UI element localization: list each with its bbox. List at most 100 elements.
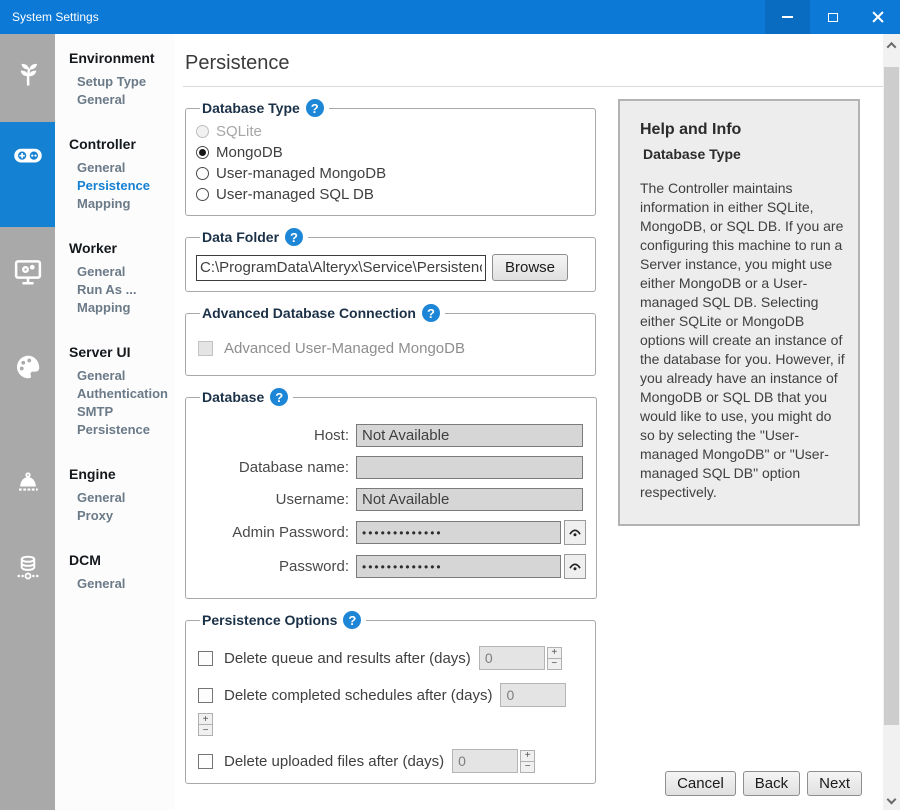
- minimize-button[interactable]: [765, 0, 810, 34]
- nav-item-dcm-general[interactable]: General: [69, 575, 175, 593]
- delete-uploads-days-input[interactable]: [452, 749, 518, 773]
- host-label: Host:: [196, 427, 356, 444]
- main-content: Persistence Database Type ? SQLite: [175, 34, 883, 810]
- plant-icon: [13, 58, 43, 88]
- admin-password-reveal-button[interactable]: [564, 520, 586, 545]
- radio-user-managed-sql-db[interactable]: [196, 188, 209, 201]
- advanced-connection-legend: Advanced Database Connection ?: [200, 304, 445, 322]
- nav-item-controller-mapping[interactable]: Mapping: [69, 195, 175, 213]
- monitor-gears-icon: [13, 257, 43, 287]
- radio-label-user-managed-mongodb: User-managed MongoDB: [216, 165, 386, 182]
- nav-item-controller-general[interactable]: General: [69, 159, 175, 177]
- spin-down-button[interactable]: −: [547, 658, 562, 670]
- maximize-button[interactable]: [810, 0, 855, 34]
- gamepad-icon: [13, 140, 43, 170]
- titlebar: System Settings: [0, 0, 900, 34]
- radio-user-managed-mongodb[interactable]: [196, 167, 209, 180]
- radio-mongodb[interactable]: [196, 146, 209, 159]
- next-button[interactable]: Next: [807, 771, 862, 796]
- scrollbar-thumb[interactable]: [884, 67, 899, 725]
- help-icon-database[interactable]: ?: [270, 388, 288, 406]
- data-folder-legend: Data Folder ?: [200, 228, 308, 246]
- nav-item-engine-general[interactable]: General: [69, 489, 175, 507]
- username-row: Username:: [196, 488, 586, 511]
- spin-down-button[interactable]: −: [520, 761, 535, 773]
- nav-item-engine-proxy[interactable]: Proxy: [69, 507, 175, 525]
- delete-queue-checkbox[interactable]: [198, 651, 213, 666]
- scroll-down-button[interactable]: [883, 790, 900, 808]
- title-divider: [183, 86, 883, 87]
- footer-buttons: Cancel Back Next: [665, 771, 862, 796]
- nav-item-environment-general[interactable]: General: [69, 91, 175, 109]
- advanced-connection-legend-text: Advanced Database Connection: [202, 305, 416, 321]
- nav-item-server-ui-persistence[interactable]: Persistence: [69, 421, 175, 439]
- nav-section-controller: Controller General Persistence Mapping: [69, 136, 175, 213]
- password-reveal-button[interactable]: [564, 554, 586, 579]
- sidebar-icon-dcm[interactable]: [0, 553, 55, 583]
- radio-option-user-managed-mongodb[interactable]: User-managed MongoDB: [196, 163, 585, 184]
- delete-uploads-spinner: + −: [520, 750, 535, 773]
- close-button[interactable]: [855, 0, 900, 34]
- delete-queue-days-input[interactable]: [479, 646, 545, 670]
- username-field: [356, 488, 583, 511]
- spin-down-button[interactable]: −: [198, 724, 213, 736]
- nav-item-server-ui-smtp[interactable]: SMTP: [69, 403, 175, 421]
- nav-header-server-ui[interactable]: Server UI: [69, 344, 175, 361]
- database-legend-text: Database: [202, 389, 264, 405]
- help-icon-data-folder[interactable]: ?: [285, 228, 303, 246]
- nav-item-worker-general[interactable]: General: [69, 263, 175, 281]
- back-button[interactable]: Back: [743, 771, 800, 796]
- page-title: Persistence: [183, 52, 883, 75]
- data-folder-group: Data Folder ? Browse: [185, 228, 596, 292]
- radio-option-mongodb[interactable]: MongoDB: [196, 142, 585, 163]
- password-reveal-icon: [567, 559, 583, 575]
- nav-header-controller[interactable]: Controller: [69, 136, 175, 153]
- delete-uploads-checkbox[interactable]: [198, 754, 213, 769]
- nav-header-worker[interactable]: Worker: [69, 240, 175, 257]
- host-field: [356, 424, 583, 447]
- nav-header-dcm[interactable]: DCM: [69, 552, 175, 569]
- cancel-button[interactable]: Cancel: [665, 771, 736, 796]
- password-field[interactable]: [356, 555, 561, 578]
- radio-option-sqlite: SQLite: [196, 121, 585, 142]
- nav-item-server-ui-general[interactable]: General: [69, 367, 175, 385]
- nav-item-server-ui-authentication[interactable]: Authentication: [69, 385, 175, 403]
- delete-schedules-days-input[interactable]: [500, 683, 566, 707]
- browse-button[interactable]: Browse: [492, 254, 568, 281]
- minimize-icon: [782, 16, 793, 18]
- radio-label-sqlite: SQLite: [216, 123, 262, 140]
- admin-password-field[interactable]: [356, 521, 561, 544]
- host-row: Host:: [196, 424, 586, 447]
- nav-header-environment[interactable]: Environment: [69, 50, 175, 67]
- nav-item-controller-persistence[interactable]: Persistence: [69, 177, 175, 195]
- sidebar-icon-engine[interactable]: [0, 468, 55, 498]
- database-name-field: [356, 456, 583, 479]
- nav-header-engine[interactable]: Engine: [69, 466, 175, 483]
- delete-queue-label: Delete queue and results after (days): [224, 650, 471, 667]
- help-icon-persistence-options[interactable]: ?: [343, 611, 361, 629]
- nav-item-worker-run-as[interactable]: Run As ...: [69, 281, 175, 299]
- sidebar-icon-worker[interactable]: [0, 257, 55, 287]
- persistence-options-legend-text: Persistence Options: [202, 612, 337, 628]
- help-icon-advanced-connection[interactable]: ?: [422, 304, 440, 322]
- delete-schedules-spinner: + −: [198, 713, 213, 736]
- radio-label-mongodb: MongoDB: [216, 144, 283, 161]
- delete-schedules-label: Delete completed schedules after (days): [224, 687, 492, 704]
- form-column: Database Type ? SQLite MongoDB User-mana…: [183, 99, 596, 796]
- database-type-legend: Database Type ?: [200, 99, 329, 117]
- palette-icon: [13, 352, 43, 382]
- scroll-up-button[interactable]: [883, 36, 900, 54]
- advanced-mongodb-checkbox: [198, 341, 213, 356]
- sidebar-icon-server-ui[interactable]: [0, 352, 55, 382]
- nav-item-environment-setup-type[interactable]: Setup Type: [69, 73, 175, 91]
- persistence-options-legend: Persistence Options ?: [200, 611, 366, 629]
- delete-uploads-label: Delete uploaded files after (days): [224, 753, 444, 770]
- nav-item-worker-mapping[interactable]: Mapping: [69, 299, 175, 317]
- chevron-down-icon: [887, 794, 897, 804]
- help-icon-database-type[interactable]: ?: [306, 99, 324, 117]
- data-folder-input[interactable]: [196, 255, 486, 281]
- sidebar-icon-environment[interactable]: [0, 58, 55, 88]
- radio-option-user-managed-sql-db[interactable]: User-managed SQL DB: [196, 184, 585, 205]
- sidebar-icon-controller[interactable]: [0, 140, 55, 170]
- delete-schedules-checkbox[interactable]: [198, 688, 213, 703]
